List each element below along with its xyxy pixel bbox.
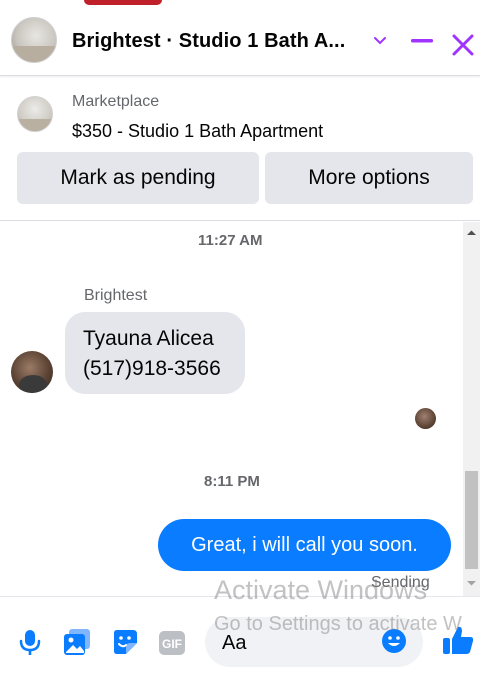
messenger-chat-window: Brightest · Studio 1 Bath A... Marketpla… (0, 0, 480, 676)
listing-thumbnail[interactable] (17, 96, 53, 132)
gif-icon[interactable]: GIF (157, 628, 187, 658)
svg-text:GIF: GIF (162, 637, 182, 651)
incoming-message-bubble[interactable]: Tyauna Alicea (517)918-3566 (65, 312, 245, 394)
incoming-message-line: (517)918-3566 (83, 357, 221, 380)
incoming-message-line: Tyauna Alicea (83, 327, 214, 350)
red-tab (84, 0, 162, 5)
divider (0, 220, 480, 221)
scrollbar-thumb[interactable] (465, 471, 478, 569)
conversation-avatar[interactable] (11, 17, 57, 63)
more-options-button[interactable]: More options (265, 152, 473, 204)
timestamp: 8:11 PM (204, 473, 260, 490)
conversation-title[interactable]: Brightest · Studio 1 Bath A... (72, 30, 345, 53)
seen-indicator-avatar (415, 408, 436, 429)
listing-title[interactable]: $350 - Studio 1 Bath Apartment (72, 121, 323, 142)
windows-activation-watermark: Go to Settings to activate W (214, 613, 462, 635)
marketplace-label: Marketplace (72, 93, 160, 110)
timestamp: 11:27 AM (198, 232, 263, 249)
chevron-down-icon[interactable] (372, 33, 388, 49)
photo-icon[interactable] (62, 627, 92, 657)
scroll-up-arrow-icon[interactable] (463, 226, 480, 240)
sender-avatar[interactable] (11, 351, 53, 393)
sender-name: Brightest (84, 287, 148, 304)
sticker-icon[interactable] (110, 627, 140, 657)
message-status: Sending (371, 574, 430, 591)
minimize-icon[interactable] (410, 36, 434, 46)
chat-header[interactable]: Brightest · Studio 1 Bath A... (0, 6, 480, 76)
scroll-down-arrow-icon[interactable] (463, 576, 480, 590)
close-icon[interactable] (450, 32, 476, 58)
mark-as-pending-button[interactable]: Mark as pending (17, 152, 259, 204)
microphone-icon[interactable] (15, 627, 45, 657)
outgoing-message-bubble[interactable]: Great, i will call you soon. (158, 519, 451, 571)
